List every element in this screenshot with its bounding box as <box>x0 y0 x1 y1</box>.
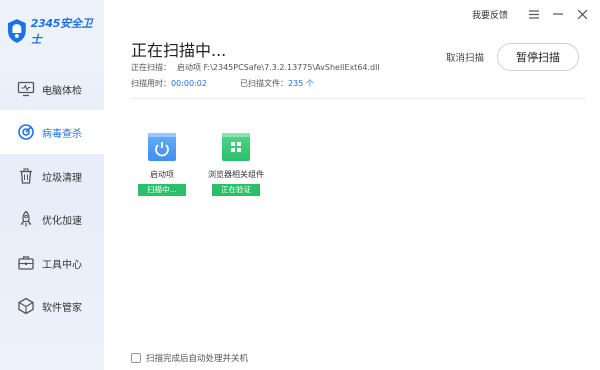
menu-icon <box>529 9 539 19</box>
scanned-files-value: 235 个 <box>288 79 314 88</box>
tile-label: 浏览器相关组件 <box>208 170 264 179</box>
close-button[interactable] <box>570 0 594 28</box>
sidebar-item-label: 工具中心 <box>42 259 82 271</box>
sidebar-item-label: 垃圾清理 <box>42 172 82 184</box>
auto-shutdown-option[interactable]: 扫描完成后自动处理并关机 <box>131 352 248 364</box>
virus-scan-icon <box>18 124 34 140</box>
sidebar-item-label: 病毒查杀 <box>42 128 82 140</box>
scanning-path: 启动项 F:\2345PCSafe\7.3.2.13775\AvShellExt… <box>177 63 380 72</box>
browser-components-icon <box>222 133 250 161</box>
tile-status-badge: 扫描中... <box>138 184 186 196</box>
power-icon <box>148 133 176 161</box>
brand-name: 2345安全卫士 <box>30 17 93 46</box>
auto-shutdown-checkbox[interactable] <box>131 353 141 363</box>
pause-scan-button[interactable]: 暂停扫描 <box>497 43 579 71</box>
sidebar-item-junk-clean[interactable]: 垃圾清理 <box>0 154 104 198</box>
trash-icon <box>20 168 32 184</box>
sidebar-item-virus-scan[interactable]: 病毒查杀 <box>0 110 104 154</box>
minimize-icon <box>553 13 563 15</box>
page-title: 正在扫描中... <box>131 41 227 60</box>
sidebar-item-label: 优化加速 <box>42 215 82 227</box>
sidebar-item-optimize[interactable]: 优化加速 <box>0 197 104 241</box>
scan-tile-browser-components: 浏览器相关组件 正在验证 <box>205 133 267 196</box>
scan-tile-startup: 启动项 扫描中... <box>131 133 193 196</box>
scan-stats-row: 扫描用时：00:00:02 已扫描文件：235 个 <box>131 78 314 89</box>
close-icon <box>577 9 587 19</box>
sidebar-item-software-manager[interactable]: 软件管家 <box>0 284 104 328</box>
title-bar: 我要反馈 <box>472 0 600 28</box>
tile-status-badge: 正在验证 <box>212 184 260 196</box>
menu-button[interactable] <box>522 0 546 28</box>
scanning-label: 正在扫描： <box>131 63 171 72</box>
sidebar-item-label: 电脑体检 <box>42 85 82 97</box>
sidebar: 2345安全卫士 电脑体检 病毒查杀 垃圾清理 优化加速 工具中心 软件管家 <box>0 0 104 370</box>
divider <box>131 98 586 99</box>
toolbox-icon <box>18 256 34 270</box>
cancel-scan-button[interactable]: 取消扫描 <box>446 50 484 64</box>
software-icon <box>18 297 34 315</box>
scanned-files-label: 已扫描文件： <box>240 79 289 88</box>
feedback-link[interactable]: 我要反馈 <box>472 8 508 21</box>
auto-shutdown-label: 扫描完成后自动处理并关机 <box>146 354 249 364</box>
monitor-icon <box>17 81 35 97</box>
shield-logo-icon <box>7 19 26 43</box>
scan-time-label: 扫描用时： <box>131 79 171 88</box>
sidebar-item-pc-checkup[interactable]: 电脑体检 <box>0 67 104 111</box>
tile-label: 启动项 <box>150 170 174 179</box>
scanning-path-row: 正在扫描： 启动项 F:\2345PCSafe\7.3.2.13775\AvShe… <box>131 62 380 73</box>
sidebar-item-tool-center[interactable]: 工具中心 <box>0 241 104 285</box>
sidebar-item-label: 软件管家 <box>42 302 82 314</box>
minimize-button[interactable] <box>546 0 570 28</box>
app-logo: 2345安全卫士 <box>6 16 102 46</box>
scan-time-value: 00:00:02 <box>171 79 207 88</box>
rocket-icon <box>20 210 32 227</box>
